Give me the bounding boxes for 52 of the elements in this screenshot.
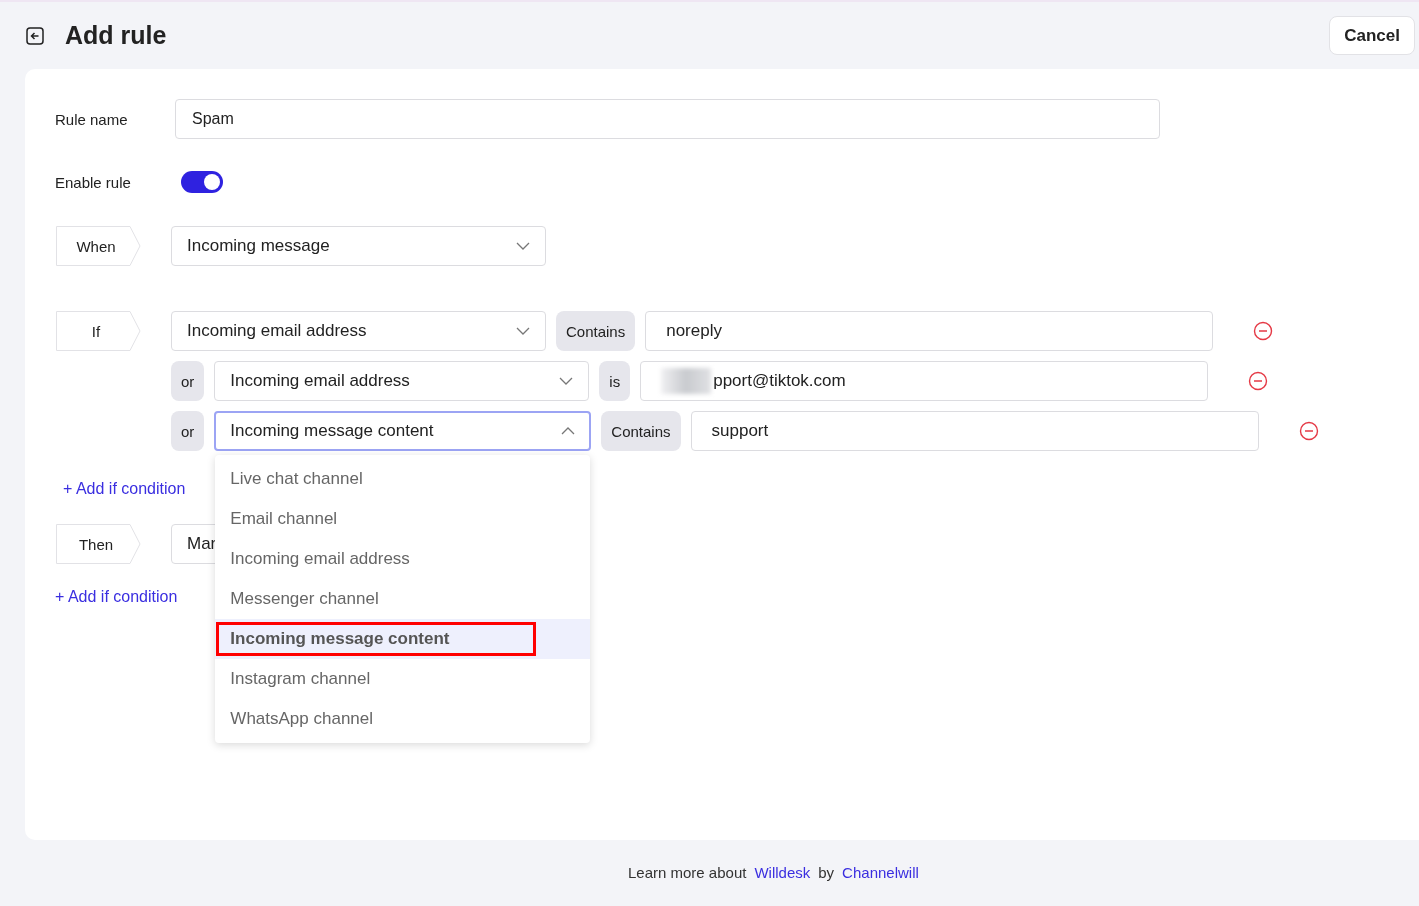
select-field[interactable]: Incoming message content <box>214 411 592 451</box>
dropdown-option[interactable]: Live chat channel <box>215 459 591 499</box>
back-icon[interactable] <box>26 26 44 45</box>
footer-text: Learn more about <box>628 864 747 881</box>
field-label: Enable rule <box>55 173 132 191</box>
option-label: WhatsApp channel <box>229 709 374 729</box>
caret-icon <box>559 377 574 385</box>
field-label: Rule name <box>55 110 129 128</box>
page-title: Add rule <box>65 21 168 50</box>
highlight-frame: Incoming message content <box>216 622 537 656</box>
field-value: pport@tiktok.com <box>713 371 846 391</box>
operator-chip: Contains <box>601 411 681 451</box>
toggle-switch[interactable] <box>181 171 223 193</box>
footer-text: by <box>818 864 835 881</box>
caret-icon <box>561 427 576 435</box>
dropdown-option[interactable]: Incoming message content <box>215 619 591 659</box>
dropdown-option[interactable]: Incoming email address <box>215 539 591 579</box>
value-field[interactable]: pport@tiktok.com <box>640 361 1209 401</box>
value-field[interactable]: support <box>690 411 1259 451</box>
channelwill-link[interactable]: Channelwill <box>842 864 919 881</box>
select-field[interactable]: Incoming email address <box>214 361 590 401</box>
connector-chip: or <box>171 361 205 401</box>
option-label: Messenger channel <box>229 589 379 609</box>
willdesk-link[interactable]: Willdesk <box>754 864 811 881</box>
operator-chip: is <box>599 361 631 401</box>
remove-icon[interactable] <box>1298 421 1319 441</box>
dropdown-option[interactable]: Instagram channel <box>215 659 591 699</box>
select-field[interactable]: Incoming email address <box>171 311 546 351</box>
remove-icon[interactable] <box>1253 321 1274 341</box>
operator-chip: Contains <box>556 311 636 351</box>
cancel-button[interactable]: Cancel <box>1329 16 1415 55</box>
option-label: Email channel <box>229 509 338 529</box>
select-field[interactable]: Incoming message <box>171 226 546 266</box>
caret-icon <box>516 327 530 335</box>
dropdown-option[interactable]: Email channel <box>215 499 591 539</box>
step-tag: If <box>55 311 141 351</box>
dropdown-option[interactable]: WhatsApp channel <box>215 699 591 739</box>
dropdown-option[interactable]: Messenger channel <box>215 579 591 619</box>
add-condition-link[interactable]: + Add if condition <box>55 588 178 605</box>
step-tag: Then <box>55 524 141 564</box>
connector-chip: or <box>171 411 205 451</box>
field-value: noreply <box>666 321 722 341</box>
option-label: Live chat channel <box>229 469 363 489</box>
field-value: support <box>711 421 769 441</box>
option-label: Instagram channel <box>229 669 371 689</box>
value-field[interactable]: noreply <box>645 311 1214 351</box>
option-label: Incoming email address <box>229 549 410 569</box>
caret-icon <box>516 242 530 250</box>
add-condition-link[interactable]: + Add if condition <box>63 480 186 497</box>
rule-name-field[interactable]: Spam <box>175 99 1160 139</box>
remove-icon[interactable] <box>1248 371 1269 391</box>
step-tag: When <box>55 226 141 266</box>
